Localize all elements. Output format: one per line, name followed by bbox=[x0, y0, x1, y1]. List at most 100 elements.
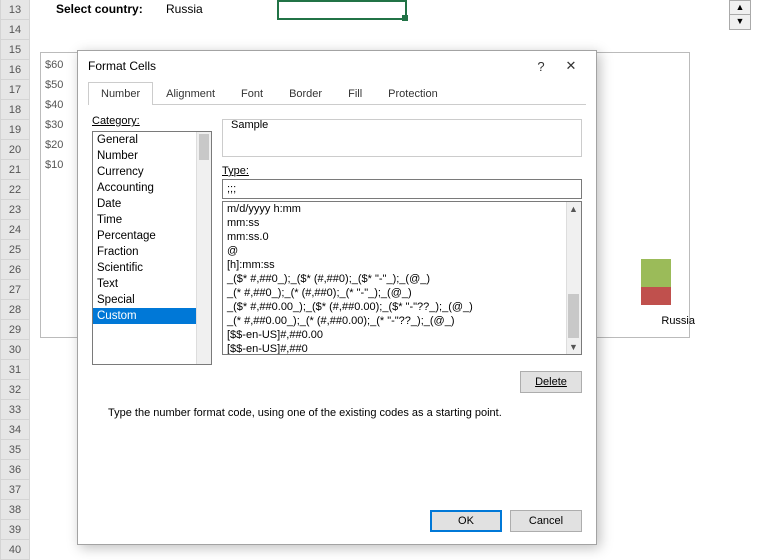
category-item[interactable]: Custom bbox=[93, 308, 211, 324]
type-listbox[interactable]: m/d/yyyy h:mmmm:ssmm:ss.0@[h]:mm:ss_($* … bbox=[222, 201, 582, 355]
spinner-control[interactable]: ▲ ▼ bbox=[729, 0, 751, 30]
dialog-title: Format Cells bbox=[88, 59, 526, 73]
category-items: GeneralNumberCurrencyAccountingDateTimeP… bbox=[93, 132, 211, 324]
tab-border[interactable]: Border bbox=[276, 82, 335, 105]
type-item[interactable]: mm:ss bbox=[223, 216, 581, 230]
row-header[interactable]: 36 bbox=[0, 460, 30, 480]
y-tick: $40 bbox=[45, 99, 63, 111]
tab-fill[interactable]: Fill bbox=[335, 82, 375, 105]
row-header[interactable]: 34 bbox=[0, 420, 30, 440]
bar-category-label: Russia bbox=[661, 315, 695, 327]
row-header[interactable]: 28 bbox=[0, 300, 30, 320]
type-input[interactable] bbox=[222, 179, 582, 199]
row-header[interactable]: 18 bbox=[0, 100, 30, 120]
category-item[interactable]: Scientific bbox=[93, 260, 211, 276]
type-item[interactable]: @ bbox=[223, 244, 581, 258]
row-header[interactable]: 29 bbox=[0, 320, 30, 340]
row-header[interactable]: 35 bbox=[0, 440, 30, 460]
type-label: Type: bbox=[222, 165, 582, 177]
type-item[interactable]: _($* #,##0_);_($* (#,##0);_($* "-"_);_(@… bbox=[223, 272, 581, 286]
category-item[interactable]: Fraction bbox=[93, 244, 211, 260]
row-header[interactable]: 26 bbox=[0, 260, 30, 280]
category-item[interactable]: Percentage bbox=[93, 228, 211, 244]
row-header[interactable]: 20 bbox=[0, 140, 30, 160]
row-header[interactable]: 17 bbox=[0, 80, 30, 100]
category-item[interactable]: Time bbox=[93, 212, 211, 228]
category-item[interactable]: Special bbox=[93, 292, 211, 308]
spinner-up-button[interactable]: ▲ bbox=[730, 1, 750, 15]
type-item[interactable]: _(* #,##0_);_(* (#,##0);_(* "-"_);_(@_) bbox=[223, 286, 581, 300]
row-header[interactable]: 24 bbox=[0, 220, 30, 240]
y-tick: $30 bbox=[45, 119, 63, 131]
category-item[interactable]: Number bbox=[93, 148, 211, 164]
type-item[interactable]: [$$-en-US]#,##0.00 bbox=[223, 328, 581, 342]
tab-number[interactable]: Number bbox=[88, 82, 153, 105]
scrollbar[interactable]: ▲ ▼ bbox=[566, 202, 581, 354]
tab-font[interactable]: Font bbox=[228, 82, 276, 105]
sample-label: Sample bbox=[231, 119, 268, 131]
category-item[interactable]: Accounting bbox=[93, 180, 211, 196]
delete-button[interactable]: Delete bbox=[520, 371, 582, 393]
y-tick: $10 bbox=[45, 159, 63, 171]
dialog-tabs: NumberAlignmentFontBorderFillProtection bbox=[88, 81, 586, 105]
help-button[interactable]: ? bbox=[526, 59, 556, 74]
category-item[interactable]: General bbox=[93, 132, 211, 148]
active-cell[interactable] bbox=[277, 0, 407, 20]
row-header[interactable]: 19 bbox=[0, 120, 30, 140]
y-tick: $50 bbox=[45, 79, 63, 91]
row-header[interactable]: 32 bbox=[0, 380, 30, 400]
row-header[interactable]: 14 bbox=[0, 20, 30, 40]
format-cells-dialog: Format Cells ? ✕ NumberAlignmentFontBord… bbox=[77, 50, 597, 545]
dialog-body: Category: GeneralNumberCurrencyAccountin… bbox=[78, 105, 596, 500]
row-header[interactable]: 13 bbox=[0, 0, 30, 20]
row-header[interactable]: 25 bbox=[0, 240, 30, 260]
type-items: m/d/yyyy h:mmmm:ssmm:ss.0@[h]:mm:ss_($* … bbox=[223, 202, 581, 355]
row-header[interactable]: 15 bbox=[0, 40, 30, 60]
tab-alignment[interactable]: Alignment bbox=[153, 82, 228, 105]
row-header[interactable]: 39 bbox=[0, 520, 30, 540]
y-tick: $60 bbox=[45, 59, 63, 71]
row-header[interactable]: 22 bbox=[0, 180, 30, 200]
category-item[interactable]: Date bbox=[93, 196, 211, 212]
dialog-titlebar[interactable]: Format Cells ? ✕ bbox=[78, 51, 596, 81]
bar-segment-top bbox=[641, 259, 671, 287]
close-button[interactable]: ✕ bbox=[556, 58, 586, 74]
type-item[interactable]: _(* #,##0.00_);_(* (#,##0.00);_(* "-"??_… bbox=[223, 314, 581, 328]
type-section: Type: m/d/yyyy h:mmmm:ssmm:ss.0@[h]:mm:s… bbox=[222, 165, 582, 355]
row-header[interactable]: 16 bbox=[0, 60, 30, 80]
row-header[interactable]: 21 bbox=[0, 160, 30, 180]
row-header[interactable]: 37 bbox=[0, 480, 30, 500]
type-item[interactable]: _($* #,##0.00_);_($* (#,##0.00);_($* "-"… bbox=[223, 300, 581, 314]
row-header[interactable]: 40 bbox=[0, 540, 30, 560]
select-country-label: Select country: bbox=[56, 2, 143, 16]
scroll-thumb[interactable] bbox=[568, 294, 579, 338]
category-item[interactable]: Currency bbox=[93, 164, 211, 180]
type-item[interactable]: [h]:mm:ss bbox=[223, 258, 581, 272]
row-header[interactable]: 30 bbox=[0, 340, 30, 360]
row-header[interactable]: 23 bbox=[0, 200, 30, 220]
y-tick: $20 bbox=[45, 139, 63, 151]
select-country-value: Russia bbox=[166, 2, 203, 16]
scroll-down-icon[interactable]: ▼ bbox=[566, 340, 581, 354]
hint-text: Type the number format code, using one o… bbox=[108, 407, 502, 419]
spinner-down-button[interactable]: ▼ bbox=[730, 15, 750, 29]
bar-russia bbox=[641, 259, 671, 305]
bar-segment-bottom bbox=[641, 287, 671, 305]
cancel-button[interactable]: Cancel bbox=[510, 510, 582, 532]
scrollbar[interactable] bbox=[196, 132, 211, 364]
sample-box: Sample bbox=[222, 119, 582, 157]
dialog-footer: OK Cancel bbox=[430, 510, 582, 532]
category-listbox[interactable]: GeneralNumberCurrencyAccountingDateTimeP… bbox=[92, 131, 212, 365]
type-item[interactable]: m/d/yyyy h:mm bbox=[223, 202, 581, 216]
scroll-up-icon[interactable]: ▲ bbox=[566, 202, 581, 216]
ok-button[interactable]: OK bbox=[430, 510, 502, 532]
tab-protection[interactable]: Protection bbox=[375, 82, 451, 105]
row-header[interactable]: 31 bbox=[0, 360, 30, 380]
row-headers: 1314151617181920212223242526272829303132… bbox=[0, 0, 30, 560]
type-item[interactable]: [$$-en-US]#,##0 bbox=[223, 342, 581, 355]
row-header[interactable]: 27 bbox=[0, 280, 30, 300]
type-item[interactable]: mm:ss.0 bbox=[223, 230, 581, 244]
row-header[interactable]: 38 bbox=[0, 500, 30, 520]
row-header[interactable]: 33 bbox=[0, 400, 30, 420]
category-item[interactable]: Text bbox=[93, 276, 211, 292]
